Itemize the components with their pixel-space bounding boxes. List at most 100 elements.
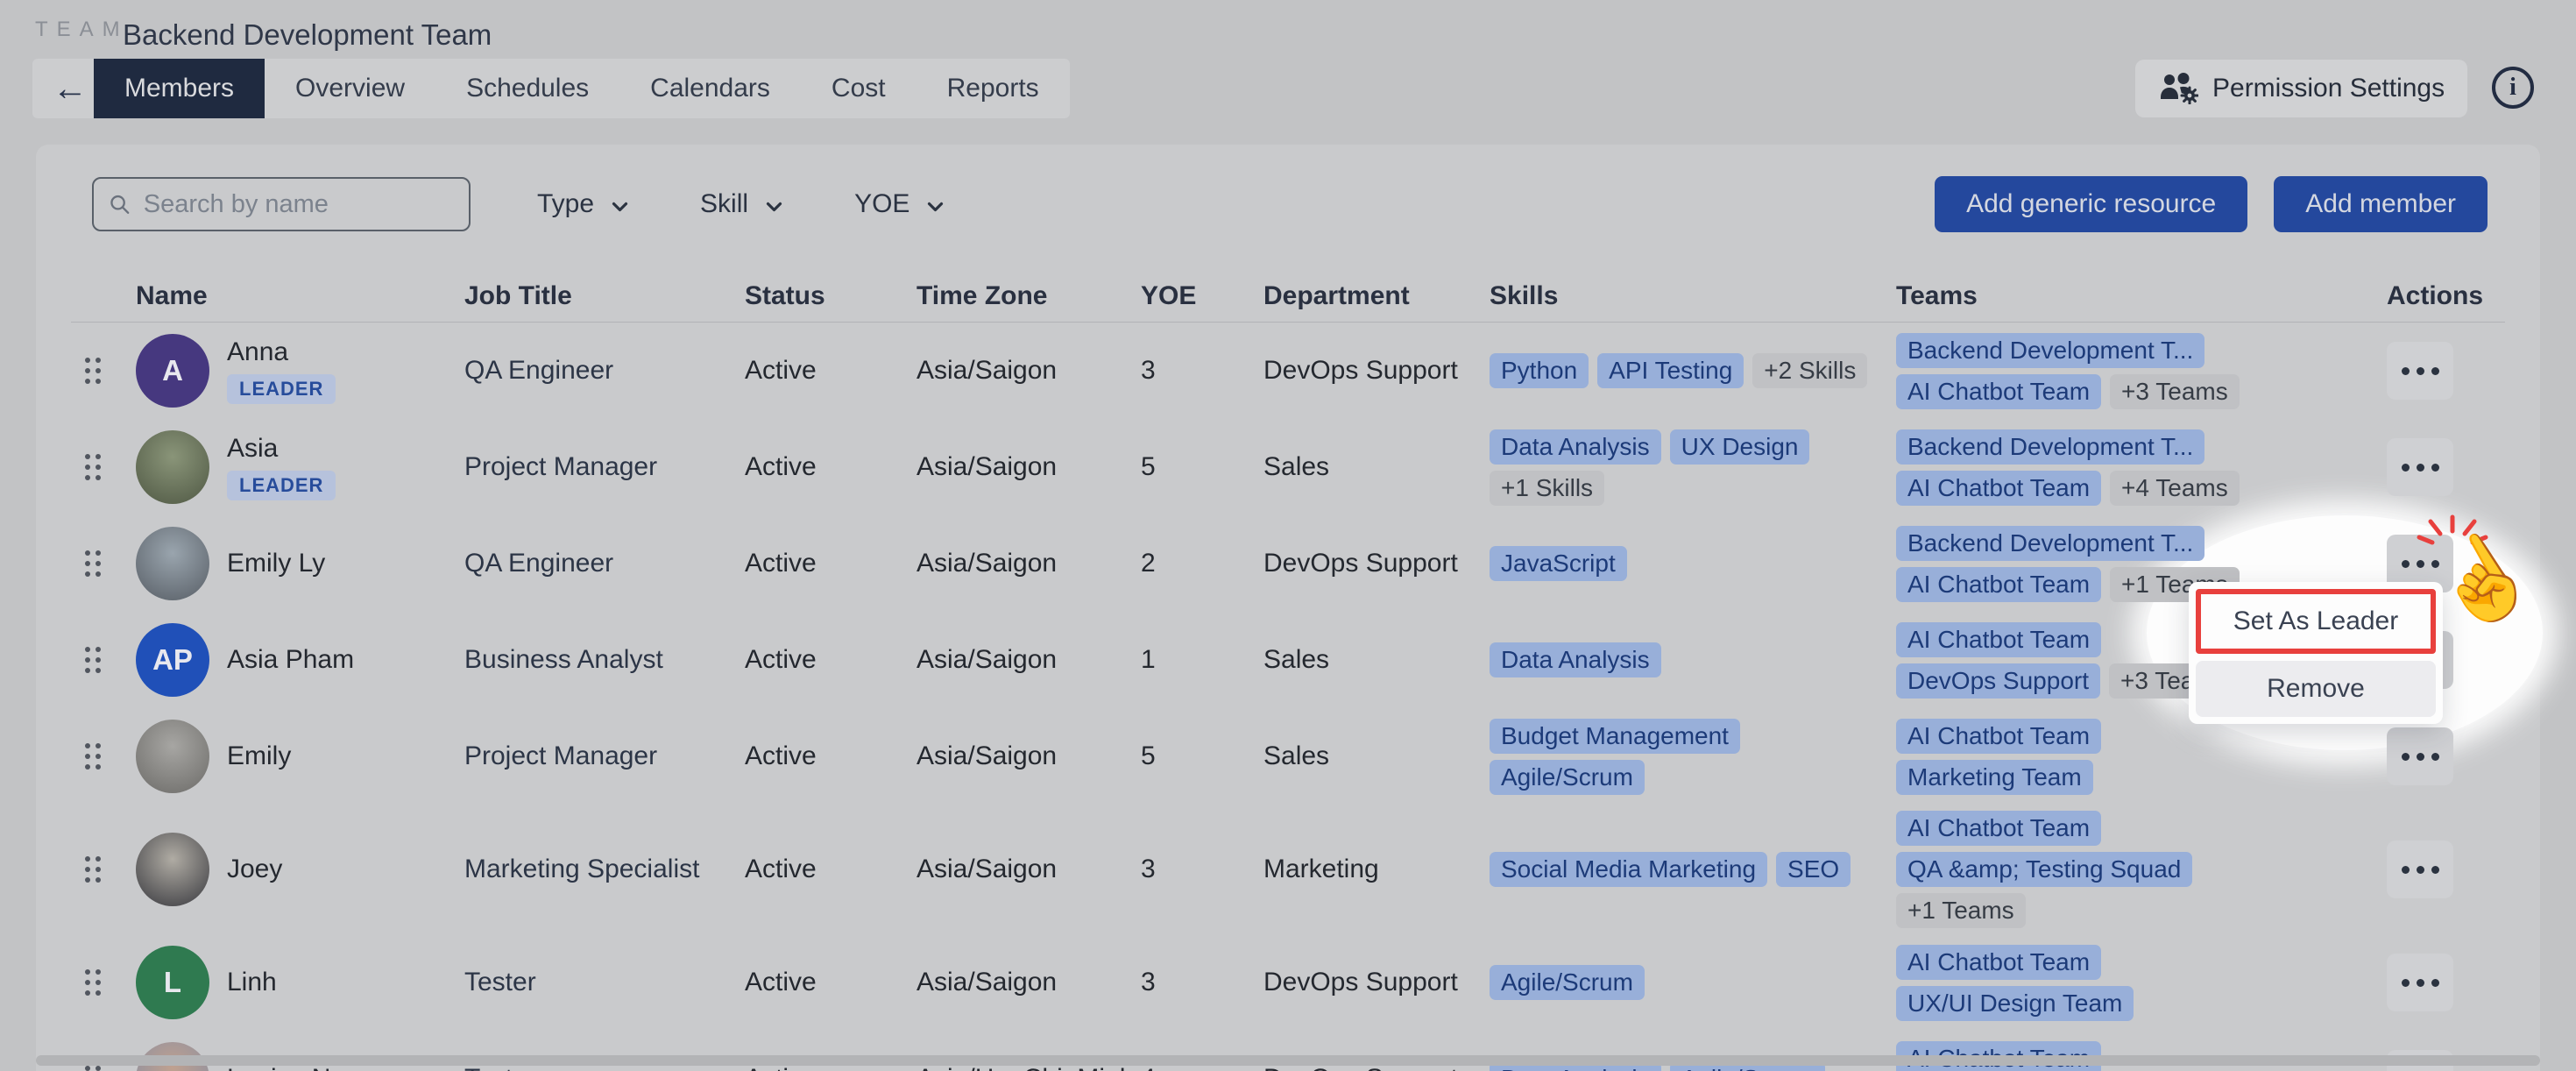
leader-badge: LEADER [227, 374, 336, 404]
back-button[interactable]: ← [46, 59, 94, 118]
tab-members[interactable]: Members [94, 59, 265, 118]
tab-overview[interactable]: Overview [265, 59, 435, 118]
overflow-chip[interactable]: +1 Teams [1896, 893, 2026, 928]
horizontal-scrollbar[interactable] [36, 1055, 2540, 1066]
row-actions-button[interactable] [2387, 727, 2453, 785]
chip: AI Chatbot Team [1896, 622, 2101, 657]
row-actions-button[interactable] [2387, 840, 2453, 898]
team-chips: Backend Development T... AI Chatbot Team +… [1896, 333, 2366, 409]
job-title-cell: QA Engineer [443, 549, 724, 578]
chip: AI Chatbot Team [1896, 811, 2101, 846]
filter-label: Type [537, 189, 594, 219]
menu-item-remove[interactable]: Remove [2196, 661, 2436, 717]
chip: Python [1490, 353, 1589, 388]
add-member-button[interactable]: Add member [2274, 176, 2488, 232]
avatar: L [136, 946, 209, 1019]
overflow-chip[interactable]: +3 Teams [2110, 374, 2240, 409]
add-generic-resource-button[interactable]: Add generic resource [1935, 176, 2247, 232]
tab-cost[interactable]: Cost [801, 59, 916, 118]
overflow-chip[interactable]: +1 Skills [1490, 471, 1604, 506]
avatar: A [136, 334, 209, 408]
chip: Backend Development T... [1896, 333, 2204, 368]
overflow-chip[interactable]: +2 Skills [1752, 353, 1867, 388]
job-title-cell: Project Manager [443, 741, 724, 771]
permission-settings-button[interactable]: Permission Settings [2135, 60, 2467, 117]
col-header-department: Department [1242, 281, 1468, 311]
table-row-joey: JoeyMarketing SpecialistActiveAsia/Saigo… [71, 805, 2505, 934]
member-cell: A AnnaLEADER [115, 334, 443, 408]
skill-chips: Data AnalysisUX Design+1 Skills [1490, 429, 1875, 506]
avatar [136, 720, 209, 793]
tab-schedules[interactable]: Schedules [435, 59, 619, 118]
status-cell: Active [724, 968, 895, 997]
status-cell: Active [724, 741, 895, 771]
skills-cell: Data AnalysisUX Design+1 Skills [1468, 429, 1875, 506]
chip: AI Chatbot Team [1896, 374, 2101, 409]
time-zone-cell: Asia/Saigon [895, 855, 1120, 884]
table-body: AAnnaLEADERQA EngineerActiveAsia/Saigon3… [71, 323, 2505, 1071]
filter-label: YOE [854, 189, 909, 219]
drag-handle[interactable] [71, 550, 115, 577]
search-box[interactable] [92, 177, 471, 231]
permission-settings-label: Permission Settings [2212, 74, 2445, 103]
status-cell: Active [724, 452, 895, 482]
col-header-actions: Actions [2366, 281, 2545, 311]
overflow-chip[interactable]: +4 Teams [2110, 471, 2240, 506]
row-actions-button[interactable] [2387, 342, 2453, 400]
chevron-down-icon [927, 189, 944, 219]
row-context-menu: Set As Leader Remove [2189, 582, 2443, 724]
tab-calendars[interactable]: Calendars [619, 59, 801, 118]
chip: Marketing Team [1896, 760, 2093, 795]
people-gear-icon [2158, 73, 2198, 104]
chip: UX/UI Design Team [1896, 986, 2134, 1021]
app-logo: TEAM [35, 18, 129, 42]
status-cell: Active [724, 645, 895, 675]
drag-handle[interactable] [71, 969, 115, 996]
yoe-cell: 3 [1120, 855, 1242, 884]
yoe-cell: 3 [1120, 968, 1242, 997]
chip: Budget Management [1490, 719, 1740, 754]
team-chips: Backend Development T...AI Chatbot Team+… [1896, 429, 2366, 506]
actions-cell [2366, 840, 2516, 898]
col-header-skills: Skills [1468, 281, 1875, 311]
chevron-down-icon [766, 189, 782, 219]
drag-handle[interactable] [71, 1066, 115, 1071]
actions-cell [2366, 954, 2516, 1011]
member-name: Linh [227, 968, 277, 997]
name-block: Linh [227, 968, 277, 997]
name-block: AnnaLEADER [227, 337, 336, 404]
department-cell: DevOps Support [1242, 968, 1468, 997]
chip: Data Analysis [1490, 642, 1661, 677]
drag-handle-dots [85, 358, 101, 384]
drag-handle[interactable] [71, 454, 115, 480]
filter-yoe[interactable]: YOE [844, 189, 954, 219]
time-zone-cell: Asia/Saigon [895, 741, 1120, 771]
search-input[interactable] [142, 189, 455, 220]
avatar: AP [136, 623, 209, 697]
info-button[interactable]: i [2492, 67, 2534, 109]
drag-handle[interactable] [71, 358, 115, 384]
filter-type[interactable]: Type [527, 189, 639, 219]
drag-handle[interactable] [71, 647, 115, 673]
skills-cell: Social Media MarketingSEO [1468, 852, 1875, 887]
tab-reports[interactable]: Reports [916, 59, 1070, 118]
time-zone-cell: Asia/Saigon [895, 549, 1120, 578]
filter-skill[interactable]: Skill [690, 189, 793, 219]
yoe-cell: 3 [1120, 356, 1242, 386]
col-header-yoe: YOE [1120, 281, 1242, 311]
toolbar: Type Skill YOE Add generic resource Add me… [36, 145, 2540, 232]
chip: API Testing [1597, 353, 1744, 388]
chip: Data Analysis [1490, 429, 1661, 465]
row-actions-button[interactable] [2387, 954, 2453, 1011]
back-arrow-icon: ← [53, 69, 88, 109]
time-zone-cell: Asia/Saigon [895, 452, 1120, 482]
row-actions-button[interactable] [2387, 438, 2453, 496]
chip: DevOps Support [1896, 663, 2100, 699]
menu-item-set-as-leader[interactable]: Set As Leader [2196, 589, 2436, 654]
page-title: Backend Development Team [123, 18, 492, 52]
chip: AI Chatbot Team [1896, 945, 2101, 980]
drag-handle[interactable] [71, 856, 115, 883]
department-cell: DevOps Support [1242, 549, 1468, 578]
drag-handle[interactable] [71, 743, 115, 770]
teams-cell: Backend Development T... AI Chatbot Team +… [1875, 333, 2366, 409]
